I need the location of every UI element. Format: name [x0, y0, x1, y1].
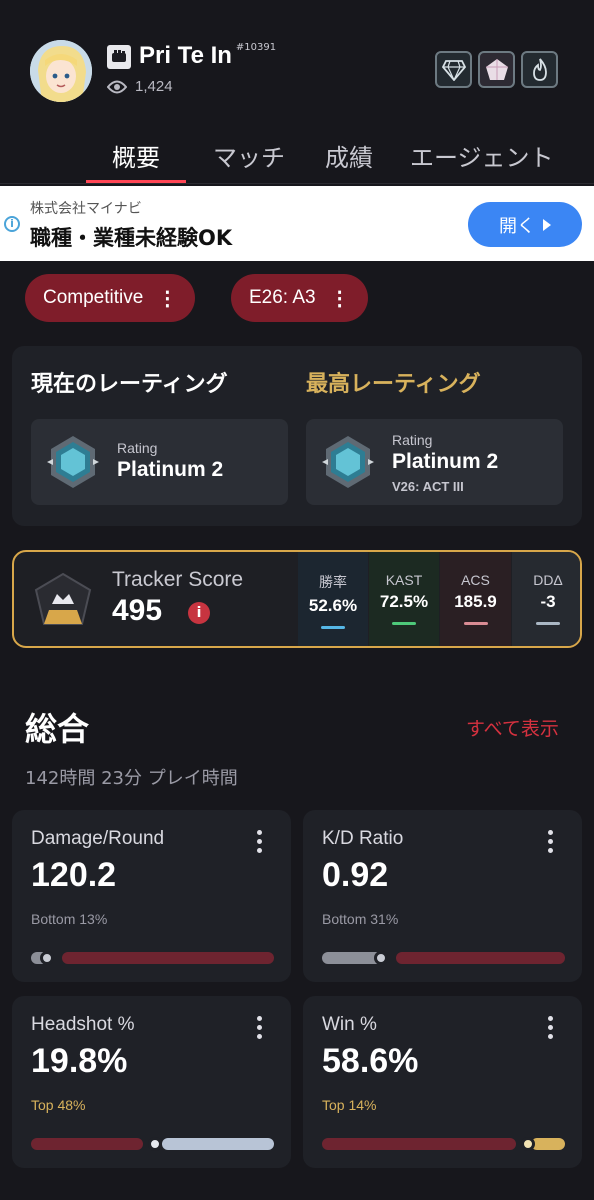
avatar[interactable] [30, 40, 92, 102]
riot-fist-icon [107, 45, 131, 69]
view-count-value: 1,424 [135, 78, 173, 95]
see-all-link[interactable]: すべて表示 [466, 714, 559, 741]
stat-card-title: Headshot % [31, 1014, 135, 1035]
stat-bar [321, 626, 345, 629]
ad-info-icon[interactable]: i [4, 216, 20, 232]
more-vertical-icon[interactable] [257, 1016, 263, 1043]
platinum-rank-icon [320, 434, 376, 490]
stat-kast: KAST 72.5% [369, 552, 439, 646]
percentile-marker [374, 951, 388, 965]
percentile-track-left [322, 952, 382, 964]
current-rating-title: 現在のレーティング [31, 372, 228, 397]
more-vertical-icon[interactable] [548, 830, 554, 857]
stat-bar [392, 622, 416, 625]
eye-icon [107, 80, 127, 93]
stat-value: 185.9 [454, 592, 497, 611]
diamond-badge-icon[interactable] [435, 51, 472, 88]
stat-card-percentile: Top 48% [31, 1097, 86, 1113]
stat-value: 72.5% [379, 592, 429, 611]
ad-sponsor: 株式会社マイナビ [30, 201, 142, 217]
tracker-crown-icon [32, 572, 94, 630]
ad-banner[interactable]: i 株式会社マイナビ 職種・業種未経験OK 開く [0, 186, 594, 261]
overview-title: 総合 [25, 710, 90, 748]
stat-card-value: 120.2 [31, 856, 117, 894]
peak-rating-title: 最高レーティング [306, 372, 481, 397]
percentile-track-left [31, 1138, 143, 1150]
tab-stats[interactable]: 成績 [312, 132, 386, 183]
playtime: 142時間 23分 プレイ時間 [25, 768, 238, 789]
platinum-rank-icon [45, 434, 101, 490]
stat-card-percentile: Bottom 13% [31, 911, 108, 927]
tab-overview[interactable]: 概要 [86, 132, 186, 183]
peak-rating-label: Rating [392, 432, 433, 448]
season-filter-label: E26: A3 [249, 287, 316, 308]
season-filter-button[interactable]: E26: A3 ⋮ [231, 274, 368, 322]
stat-label: DDΔ [533, 572, 563, 588]
stat-card-title: K/D Ratio [322, 828, 404, 849]
percentile-track-right [162, 1138, 274, 1150]
stat-label: KAST [385, 572, 423, 588]
tab-matches[interactable]: マッチ [200, 132, 298, 183]
stat-label: ACS [461, 572, 490, 588]
stat-bar [536, 622, 560, 625]
play-arrow-icon [543, 218, 551, 231]
stat-card-headshot[interactable]: Headshot % 19.8% Top 48% [12, 996, 291, 1168]
stat-label: 勝率 [319, 574, 347, 590]
more-vertical-icon[interactable] [548, 1016, 554, 1043]
stat-ddd: DDΔ -3 [512, 552, 580, 646]
gem-badge-icon[interactable] [478, 51, 515, 88]
more-vertical-icon: ⋮ [329, 287, 350, 310]
mode-filter-label: Competitive [43, 287, 144, 308]
stat-card-value: 19.8% [31, 1042, 128, 1080]
view-count: 1,424 [107, 78, 173, 95]
mode-filter-button[interactable]: Competitive ⋮ [25, 274, 196, 322]
stat-card-title: Damage/Round [31, 828, 165, 849]
percentile-track-left [322, 1138, 516, 1150]
stat-bar [463, 622, 488, 625]
percentile-marker [148, 1137, 162, 1151]
current-rating-label: Rating [117, 440, 158, 456]
stat-card-value: 58.6% [322, 1042, 419, 1080]
percentile-track-right [396, 952, 565, 964]
player-tag: #10391 [235, 42, 277, 53]
tracker-score-card[interactable]: Tracker Score 495 i 勝率 52.6% KAST 72.5% … [12, 550, 582, 648]
more-vertical-icon[interactable] [257, 830, 263, 857]
current-rating-rank: Platinum 2 [117, 458, 224, 481]
stat-card-percentile: Bottom 31% [322, 911, 399, 927]
stat-card-damage-round[interactable]: Damage/Round 120.2 Bottom 13% [12, 810, 291, 982]
stat-card-kd-ratio[interactable]: K/D Ratio 0.92 Bottom 31% [303, 810, 582, 982]
stat-card-title: Win % [322, 1014, 377, 1035]
profile-name-row: Pri Te In #10391 [107, 42, 276, 70]
stat-acs: ACS 185.9 [440, 552, 511, 646]
percentile-marker [40, 951, 54, 965]
tracker-score-label: Tracker Score [112, 568, 244, 591]
stat-card-win[interactable]: Win % 58.6% Top 14% [303, 996, 582, 1168]
more-vertical-icon: ⋮ [157, 287, 178, 310]
ad-open-label: 開く [499, 215, 535, 237]
ad-headline: 職種・業種未経験OK [30, 226, 233, 250]
stat-value: -3 [540, 592, 556, 611]
ad-open-button[interactable]: 開く [468, 202, 582, 247]
flame-badge-icon[interactable] [521, 51, 558, 88]
percentile-track-right [62, 952, 274, 964]
stat-card-percentile: Top 14% [322, 1097, 377, 1113]
player-name: Pri Te In [139, 42, 232, 69]
stat-card-value: 0.92 [322, 856, 389, 894]
percentile-marker [521, 1137, 535, 1151]
stat-value: 52.6% [308, 596, 358, 615]
badge-row [435, 51, 558, 88]
tracker-score-value: 495 [112, 594, 163, 627]
info-icon[interactable]: i [188, 602, 210, 624]
tab-agents[interactable]: エージェント [410, 132, 570, 183]
percentile-track-right [531, 1138, 565, 1150]
profile-tabs: 概要 マッチ 成績 エージェント [0, 132, 594, 184]
stat-winrate: 勝率 52.6% [298, 552, 368, 646]
peak-rating-rank: Platinum 2 [392, 450, 499, 473]
peak-rating-act: V26: ACT III [392, 479, 464, 494]
